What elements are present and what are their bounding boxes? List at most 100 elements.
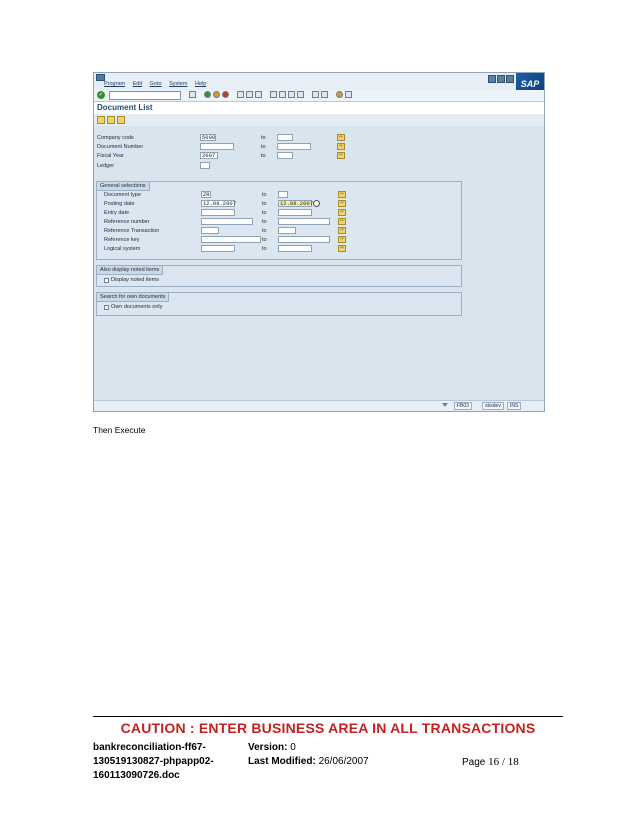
document-type-from[interactable]: ZR [201,191,211,198]
document-type-to[interactable] [278,191,288,198]
exit-icon[interactable] [213,91,220,98]
reference-key-multiple-button[interactable]: ⇨ [338,236,346,243]
reference-key-from[interactable] [201,236,261,243]
page-current: 16 [488,756,500,768]
entry-date-to[interactable] [278,209,312,216]
selection-options-icon[interactable] [117,116,125,124]
company-code-from[interactable]: 5000 [200,134,216,141]
menu-system[interactable]: System [169,81,187,87]
fiscal-year-to[interactable] [277,152,293,159]
reference-transaction-to[interactable] [278,227,296,234]
entry-date-label: Entry date [104,210,130,216]
company-code-to-label: to [261,135,266,141]
page-total: 18 [507,756,519,768]
cancel-icon[interactable] [222,91,229,98]
reference-key-to[interactable] [278,236,330,243]
menu-program[interactable]: Program [104,81,125,87]
logical-system-multiple-button[interactable]: ⇨ [338,245,346,252]
back-icon[interactable] [204,91,211,98]
posting-date-label: Posting date [104,201,135,207]
shortcut-icon[interactable] [321,91,328,98]
reference-number-multiple-button[interactable]: ⇨ [338,218,346,225]
version-info: Version: 0 Last Modified: 26/06/2007 [248,741,369,769]
fiscal-year-from[interactable]: 2007 [200,152,218,159]
version-label: Version: [248,742,288,753]
ledger-label: Ledger [97,163,115,169]
entry-date-to-label: to [262,210,267,216]
logical-system-to[interactable] [278,245,312,252]
save-icon[interactable] [189,91,196,98]
logical-system-from[interactable] [201,245,235,252]
display-noted-items-checkbox[interactable] [104,278,109,283]
menu-edit[interactable]: Edit [133,81,142,87]
document-number-to[interactable] [277,143,311,150]
search-help-icon[interactable] [313,200,320,207]
next-page-icon[interactable] [288,91,295,98]
close-icon[interactable] [506,75,514,83]
own-documents-checkbox[interactable] [104,305,109,310]
standard-toolbar: ✓ [94,90,544,102]
document-type-multiple-button[interactable]: ⇨ [338,191,346,198]
reference-number-to-label: to [262,219,267,225]
ledger-field[interactable] [200,162,210,169]
caution-banner: CAUTION : ENTER BUSINESS AREA IN ALL TRA… [120,720,536,736]
own-documents-title: Search for own documents [97,293,170,302]
entry-date-multiple-button[interactable]: ⇨ [338,209,346,216]
reference-number-to[interactable] [278,218,330,225]
application-toolbar [94,114,544,126]
minimize-icon[interactable] [488,75,496,83]
footer-divider [93,716,563,717]
maximize-icon[interactable] [497,75,505,83]
instruction-text: Then Execute [93,425,146,435]
layout-icon[interactable] [345,91,352,98]
company-code-multiple-button[interactable]: ⇨ [337,134,345,141]
fiscal-year-to-label: to [261,153,266,159]
fiscal-year-multiple-button[interactable]: ⇨ [337,152,345,159]
prev-page-icon[interactable] [279,91,286,98]
entry-date-from[interactable] [201,209,235,216]
posting-date-from[interactable]: 12.08.2007 [201,200,236,207]
reference-key-to-label: to [262,237,267,243]
status-expand-icon[interactable] [442,403,448,407]
reference-number-label: Reference number [104,219,150,225]
reference-transaction-multiple-button[interactable]: ⇨ [338,227,346,234]
document-number-from[interactable] [200,143,234,150]
posting-date-to[interactable]: 12.08.2007 [278,200,313,207]
command-field[interactable] [109,91,181,100]
reference-number-from[interactable] [201,218,253,225]
window-controls [488,75,514,83]
reference-key-label: Reference key [104,237,140,243]
reference-transaction-to-label: to [262,228,267,234]
document-filename: bankreconciliation-ff67-130519130827-php… [93,742,214,781]
document-type-to-label: to [262,192,267,198]
enter-check-icon[interactable]: ✓ [97,91,105,99]
get-variant-icon[interactable] [107,116,115,124]
print-icon[interactable] [237,91,244,98]
own-documents-label: Own documents only [111,304,163,310]
general-selections-group: General selections Document type ZR to ⇨… [96,181,462,260]
new-session-icon[interactable] [312,91,319,98]
menu-goto[interactable]: Goto [150,81,162,87]
reference-transaction-from[interactable] [201,227,219,234]
menu-help[interactable]: Help [195,81,206,87]
posting-date-multiple-button[interactable]: ⇨ [338,200,346,207]
logical-system-to-label: to [262,246,267,252]
execute-icon[interactable] [97,116,105,124]
version-value: 0 [290,742,296,753]
menu-bar: Program Edit Goto System Help SAP [94,73,544,95]
status-transaction: FB03 [454,402,472,410]
menu-items: Program Edit Goto System Help [104,81,212,87]
first-page-icon[interactable] [270,91,277,98]
find-icon[interactable] [246,91,253,98]
page-number: Page 16 / 18 [462,756,519,768]
system-menu-icon[interactable] [96,74,105,81]
fiscal-year-label: Fiscal Year [97,153,124,159]
display-noted-items-label: Display noted items [111,277,159,283]
find-next-icon[interactable] [255,91,262,98]
last-page-icon[interactable] [297,91,304,98]
page-separator: / [501,756,505,768]
document-number-multiple-button[interactable]: ⇨ [337,143,345,150]
company-code-to[interactable] [277,134,293,141]
status-mode: INS [507,402,522,410]
help-icon[interactable] [336,91,343,98]
